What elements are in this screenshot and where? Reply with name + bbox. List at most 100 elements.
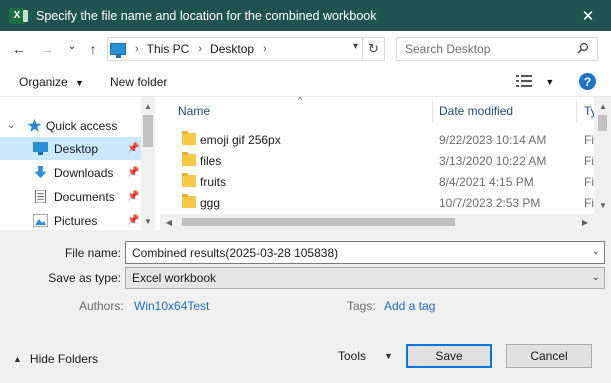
star-icon: [27, 119, 42, 132]
file-name-value: Combined results(2025-03-28 105838): [132, 245, 339, 260]
navigation-pane: ⌄ Quick access Desktop 📌 Downloads 📌 Doc…: [0, 97, 155, 230]
nav-item-desktop[interactable]: Desktop 📌: [0, 137, 141, 160]
close-icon: ✕: [581, 7, 595, 25]
organize-label: Organize: [19, 75, 68, 89]
back-arrow-icon: ←: [12, 41, 26, 57]
pin-icon[interactable]: 📌: [127, 167, 139, 178]
nav-item-label: Downloads: [54, 165, 114, 180]
search-input[interactable]: Search Desktop: [396, 37, 598, 61]
scrollbar-corner: [594, 214, 611, 230]
folder-icon: [182, 173, 196, 187]
file-row[interactable]: files 3/13/2020 10:22 AM Fi: [160, 150, 594, 171]
scroll-right-icon[interactable]: ▶: [578, 215, 592, 229]
chevron-down-icon: ▼: [545, 77, 555, 87]
file-list-vertical-scrollbar[interactable]: ▲ ▼: [594, 97, 611, 214]
browser-content: ⌄ Quick access Desktop 📌 Downloads 📌 Doc…: [0, 95, 611, 230]
add-tag-link[interactable]: Add a tag: [384, 299, 435, 313]
close-button[interactable]: ✕: [565, 0, 611, 31]
hide-folders-button[interactable]: ▲ Hide Folders: [13, 352, 98, 366]
file-date: 8/4/2021 4:15 PM: [439, 175, 534, 189]
scrollbar-thumb[interactable]: [143, 115, 153, 147]
chevron-up-icon: ▲: [13, 354, 22, 364]
refresh-icon: ↻: [368, 41, 379, 56]
this-pc-icon: [110, 43, 126, 58]
breadcrumb-this-pc[interactable]: This PC: [147, 42, 190, 56]
view-options-button[interactable]: ▼: [516, 74, 554, 91]
back-button[interactable]: ←: [10, 40, 28, 58]
folder-icon: [182, 131, 196, 145]
forward-button[interactable]: →: [38, 40, 56, 58]
help-button[interactable]: ?: [579, 73, 596, 90]
folder-icon: [182, 194, 196, 208]
chevron-down-icon: ⌄: [591, 272, 600, 283]
authors-label: Authors:: [79, 299, 124, 313]
scroll-down-icon[interactable]: ▼: [141, 214, 155, 228]
file-type: Fi: [584, 154, 594, 168]
up-arrow-icon: ↑: [89, 41, 97, 57]
save-button[interactable]: Save: [406, 344, 492, 368]
file-list-horizontal-scrollbar[interactable]: ◀ ▶: [160, 214, 594, 230]
scrollbar-thumb[interactable]: [182, 218, 455, 226]
address-bar[interactable]: › This PC › Desktop › ▾ ↻: [107, 37, 385, 61]
nav-item-quick-access[interactable]: ⌄ Quick access: [0, 114, 141, 137]
scroll-down-icon[interactable]: ▼: [596, 198, 610, 212]
nav-item-label: Pictures: [54, 213, 98, 228]
column-header-date[interactable]: Date modified: [439, 99, 513, 123]
scroll-up-icon[interactable]: ▲: [596, 99, 610, 113]
tools-menu[interactable]: Tools ▼: [338, 349, 393, 363]
pin-icon[interactable]: 📌: [127, 215, 139, 226]
save-type-select[interactable]: Excel workbook ⌄: [125, 267, 605, 289]
up-button[interactable]: ↑: [84, 40, 102, 58]
file-date: 3/13/2020 10:22 AM: [439, 154, 547, 168]
refresh-button[interactable]: ↻: [362, 38, 384, 60]
file-list: Name ^ Date modified Ty emoji gif 256px …: [160, 95, 611, 230]
chevron-down-icon: ▼: [75, 78, 84, 88]
file-row[interactable]: emoji gif 256px 9/22/2023 10:14 AM Fi: [160, 129, 594, 150]
address-dropdown-icon[interactable]: ▾: [353, 41, 358, 52]
save-type-value: Excel workbook: [132, 271, 217, 285]
file-type: Fi: [584, 175, 594, 189]
file-name: files: [200, 154, 222, 168]
new-folder-button[interactable]: New folder: [110, 75, 167, 89]
file-name-label: File name:: [64, 246, 121, 260]
cancel-button[interactable]: Cancel: [506, 344, 592, 368]
column-date-label: Date modified: [439, 104, 514, 118]
scroll-left-icon[interactable]: ◀: [162, 215, 176, 229]
hide-folders-label: Hide Folders: [29, 352, 98, 366]
documents-icon: [34, 190, 47, 203]
pin-icon[interactable]: 📌: [127, 191, 139, 202]
pictures-icon: [33, 214, 48, 227]
tools-label: Tools: [338, 349, 367, 363]
excel-icon: X: [9, 7, 28, 24]
recent-locations-button[interactable]: ⌄: [63, 36, 81, 54]
nav-item-documents[interactable]: Documents 📌: [0, 185, 141, 208]
nav-item-pictures[interactable]: Pictures 📌: [0, 209, 141, 230]
nav-item-downloads[interactable]: Downloads 📌: [0, 161, 141, 184]
scroll-up-icon[interactable]: ▲: [141, 99, 155, 113]
column-divider[interactable]: [432, 99, 433, 123]
folder-icon: [182, 152, 196, 166]
chevron-down-icon[interactable]: ⌄: [592, 246, 600, 257]
file-type: Fi: [584, 196, 594, 210]
navigation-bar: ← → ⌄ ↑ › This PC › Desktop › ▾ ↻ Search…: [0, 31, 611, 67]
window-title: Specify the file name and location for t…: [36, 8, 377, 23]
forward-arrow-icon: →: [40, 41, 54, 57]
column-divider[interactable]: [576, 99, 577, 123]
file-name: ggg: [200, 196, 221, 210]
expanded-chevron-icon[interactable]: ⌄: [7, 120, 15, 131]
authors-value[interactable]: Win10x64Test: [134, 299, 209, 313]
nav-item-label: Documents: [54, 189, 115, 204]
breadcrumb-desktop[interactable]: Desktop: [210, 42, 254, 56]
file-row[interactable]: ggg 10/7/2023 2:53 PM Fi: [160, 192, 594, 213]
file-row[interactable]: fruits 8/4/2021 4:15 PM Fi: [160, 171, 594, 192]
search-icon: [577, 42, 589, 54]
pin-icon[interactable]: 📌: [127, 143, 139, 154]
column-header-name[interactable]: Name: [178, 99, 210, 123]
download-icon: [34, 166, 47, 179]
save-type-label: Save as type:: [48, 271, 121, 285]
file-name-input[interactable]: Combined results(2025-03-28 105838) ⌄: [125, 241, 605, 264]
organize-menu[interactable]: Organize ▼: [19, 75, 84, 89]
file-name: emoji gif 256px: [200, 133, 281, 147]
scrollbar-thumb[interactable]: [598, 115, 607, 131]
nav-pane-scrollbar[interactable]: ▲ ▼: [141, 97, 155, 230]
